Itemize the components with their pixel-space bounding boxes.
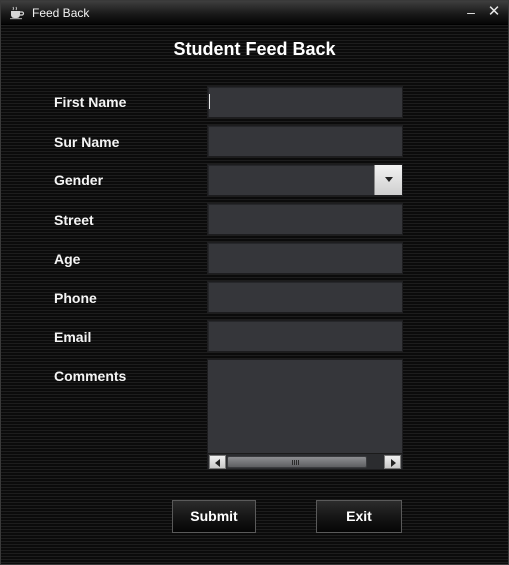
close-button[interactable]: ✕: [486, 4, 502, 20]
exit-button[interactable]: Exit: [316, 500, 402, 533]
form-heading: Student Feed Back: [173, 39, 336, 59]
first-name-label: First Name: [54, 94, 127, 110]
title-bar[interactable]: Feed Back ‒ ✕: [1, 1, 508, 25]
sur-name-field[interactable]: [207, 125, 403, 157]
phone-label: Phone: [54, 290, 97, 306]
scroll-left-icon[interactable]: [209, 455, 226, 469]
gender-label: Gender: [54, 172, 104, 188]
feedback-window: Feed Back ‒ ✕ Student Feed Back First Na…: [0, 0, 509, 565]
phone-field[interactable]: [207, 281, 403, 313]
coffee-cup-icon: [9, 6, 25, 20]
age-field[interactable]: [207, 242, 403, 274]
submit-button[interactable]: Submit: [172, 500, 256, 533]
age-label: Age: [54, 251, 81, 267]
text-caret: [209, 94, 210, 109]
scrollbar-thumb[interactable]: [227, 456, 367, 468]
gender-combobox[interactable]: [207, 164, 403, 196]
street-label: Street: [54, 212, 94, 228]
sur-name-label: Sur Name: [54, 134, 120, 150]
minimize-button[interactable]: ‒: [463, 4, 479, 20]
comments-label: Comments: [54, 368, 127, 384]
horizontal-scrollbar[interactable]: [208, 453, 402, 469]
scroll-right-icon[interactable]: [384, 455, 401, 469]
comments-textarea[interactable]: [207, 359, 403, 470]
street-field[interactable]: [207, 203, 403, 235]
window-title: Feed Back: [32, 6, 90, 20]
first-name-field[interactable]: [207, 86, 403, 118]
email-field[interactable]: [207, 320, 403, 352]
email-label: Email: [54, 329, 92, 345]
grip-icon: [292, 460, 300, 465]
chevron-down-icon[interactable]: [374, 165, 402, 195]
